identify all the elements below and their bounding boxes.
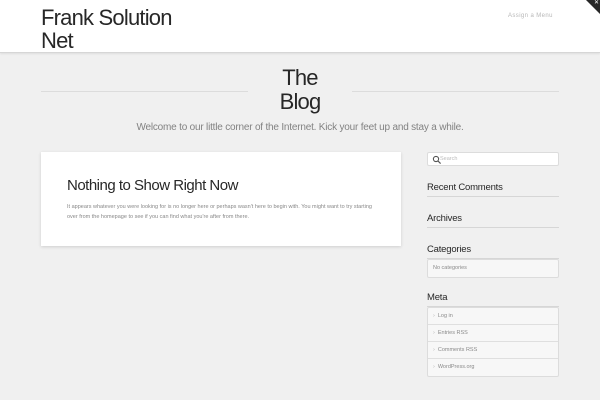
assign-menu-link[interactable]: Assign a Menu <box>508 13 553 19</box>
post-card: Nothing to Show Right Now It appears wha… <box>41 152 401 246</box>
entries-rss-link[interactable]: Entries RSS <box>438 330 468 336</box>
page-landmark: The Blog <box>0 66 600 118</box>
comments-rss-link[interactable]: Comments RSS <box>438 347 477 353</box>
page-title: The Blog <box>250 66 350 114</box>
post-title: Nothing to Show Right Now <box>67 177 238 194</box>
page-title-line-2: Blog <box>279 89 322 114</box>
site-title[interactable]: Frank Solution Net <box>41 6 191 52</box>
page-title-line-1: The <box>282 65 318 90</box>
page-tagline: Welcome to our little corner of the Inte… <box>136 122 464 133</box>
meta-list: › Log in › Entries RSS › Comments RSS › Word… <box>427 307 559 377</box>
site-title-line-1[interactable]: Frank Solution <box>41 5 172 30</box>
wordpress-org-link[interactable]: WordPress.org <box>438 364 475 370</box>
landmark-divider-left <box>41 91 248 92</box>
recent-comments-title: Recent Comments <box>427 182 559 197</box>
post-text: It appears whatever you were looking for… <box>67 204 372 220</box>
archives-title: Archives <box>427 213 559 228</box>
site-title-line-2[interactable]: Net <box>41 28 74 53</box>
no-categories-item: No categories <box>433 265 467 271</box>
chevron-right-icon: › <box>433 364 435 370</box>
meta-item-entries-rss[interactable]: › Entries RSS <box>428 325 558 342</box>
close-icon[interactable]: ✕ <box>594 0 599 7</box>
categories-list: No categories <box>427 259 559 278</box>
chevron-right-icon: › <box>433 313 435 319</box>
meta-title: Meta <box>427 292 559 307</box>
meta-item-wordpress-org[interactable]: › WordPress.org <box>428 359 558 376</box>
log-in-link[interactable]: Log in <box>438 313 453 319</box>
landmark-divider-right <box>352 91 559 92</box>
categories-title: Categories <box>427 244 559 259</box>
chevron-right-icon: › <box>433 347 435 353</box>
search-box[interactable] <box>427 152 559 166</box>
chevron-right-icon: › <box>433 330 435 336</box>
meta-item-log-in[interactable]: › Log in <box>428 308 558 325</box>
search-input[interactable] <box>440 154 555 164</box>
meta-item-comments-rss[interactable]: › Comments RSS <box>428 342 558 359</box>
site-header: Frank Solution Net Assign a Menu ✕ <box>0 0 600 53</box>
